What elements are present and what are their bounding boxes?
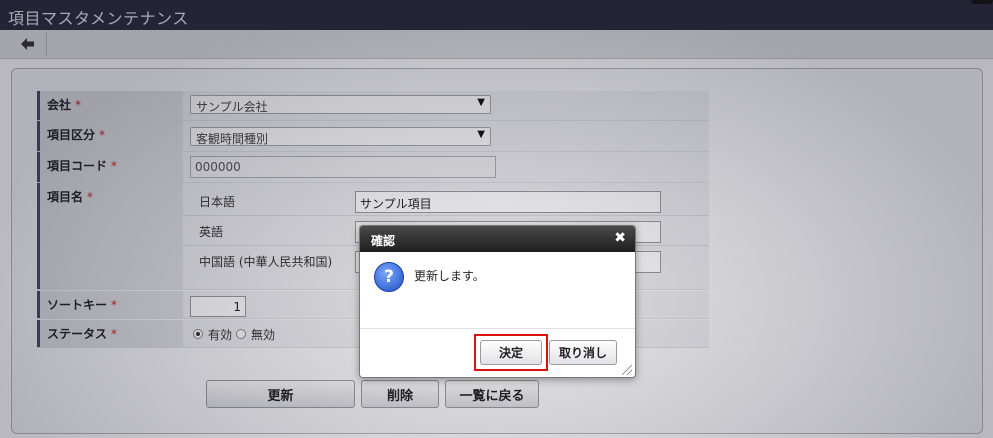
update-button[interactable]: 更新: [206, 380, 355, 408]
item-code-row: 項目コード * 000000: [37, 152, 709, 183]
company-value: サンプル会社: [196, 100, 268, 114]
lang-label-zh: 中国語 (中華人民共和国): [199, 255, 333, 269]
item-category-row: 項目区分 * 客観時間種別 ▼: [37, 121, 709, 152]
dialog-footer: 決定 取り消し: [360, 328, 635, 377]
dropdown-arrow-icon: ▼: [477, 97, 485, 108]
item-name-ja-input[interactable]: サンプル項目: [355, 191, 661, 213]
company-row: 会社 * サンプル会社 ▼: [37, 91, 709, 121]
lang-label-en: 英語: [199, 225, 224, 239]
toolbar: [0, 30, 993, 59]
company-select[interactable]: サンプル会社 ▼: [190, 95, 491, 114]
divider: [183, 215, 709, 216]
page-title: 項目マスタメンテナンス: [8, 9, 189, 28]
item-name-label: 項目名 *: [37, 183, 183, 289]
status-active-label: 有効: [208, 328, 233, 342]
window-corner: [971, 0, 993, 4]
status-active-radio[interactable]: [193, 329, 203, 339]
sort-key-label: ソートキー *: [37, 291, 183, 318]
ok-button[interactable]: 決定: [480, 340, 542, 365]
resize-grip-icon[interactable]: [622, 365, 632, 375]
item-code-label: 項目コード *: [37, 152, 183, 182]
item-category-label: 項目区分 *: [37, 121, 183, 151]
company-label: 会社 *: [37, 91, 183, 120]
status-inactive-radio[interactable]: [236, 329, 246, 339]
back-button[interactable]: [10, 32, 47, 56]
cancel-button[interactable]: 取り消し: [549, 340, 617, 365]
status-inactive-label: 無効: [251, 328, 276, 342]
item-category-value: 客観時間種別: [196, 132, 269, 146]
question-icon: ?: [374, 262, 404, 292]
dialog-title: 確認: [371, 234, 396, 248]
dialog-message: 更新します。: [414, 269, 485, 283]
delete-button[interactable]: 削除: [361, 380, 439, 408]
dropdown-arrow-icon: ▼: [477, 129, 485, 140]
title-bar: 項目マスタメンテナンス: [0, 0, 993, 30]
item-code-input[interactable]: 000000: [190, 156, 496, 178]
back-to-list-button[interactable]: 一覧に戻る: [445, 380, 539, 408]
confirm-dialog: 確認 ✖ ? 更新します。 決定 取り消し: [359, 225, 636, 378]
lang-label-ja: 日本語: [199, 195, 236, 209]
sort-key-input[interactable]: 1: [190, 296, 246, 317]
close-icon[interactable]: ✖: [614, 230, 626, 246]
dialog-header: 確認 ✖: [360, 226, 635, 252]
item-category-select[interactable]: 客観時間種別 ▼: [190, 127, 491, 146]
status-label: ステータス *: [37, 320, 183, 347]
arrow-left-icon: [21, 38, 34, 50]
